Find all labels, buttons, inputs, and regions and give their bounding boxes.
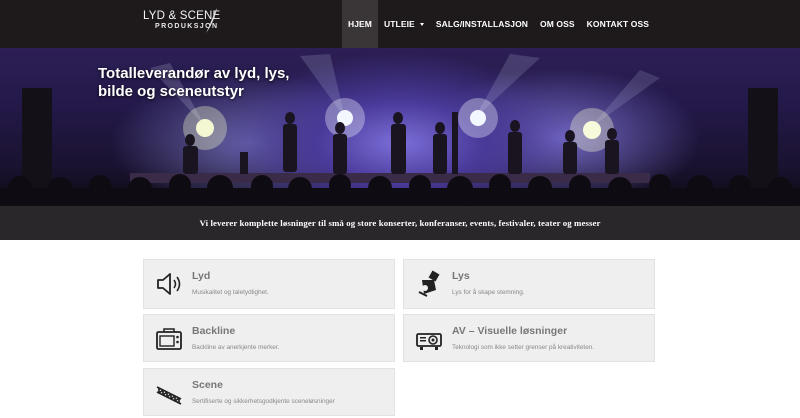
service-card-scene[interactable]: Scene Sertifiserte og sikkerhetsgodkjent… [143, 368, 395, 416]
chevron-down-icon [419, 22, 424, 26]
nav-label: UTLEIE [384, 19, 415, 29]
nav-label: KONTAKT OSS [586, 19, 649, 29]
tagline-banner: Vi leverer komplette løsninger til små o… [0, 206, 800, 240]
nav-item-salg-installasjon[interactable]: SALG/INSTALLASJON [430, 0, 534, 48]
service-title: Lys [452, 270, 470, 282]
nav-item-utleie[interactable]: UTLEIE [378, 0, 430, 48]
service-description: Teknologi som ikke setter grenser på kre… [452, 344, 595, 351]
amplifier-icon [156, 328, 182, 350]
logo-swoosh-icon [206, 8, 217, 33]
speaker-icon [157, 273, 181, 295]
hero-title: Totalleverandør av lyd, lys, bilde og sc… [98, 65, 290, 100]
tagline-text: Vi leverer komplette løsninger til små o… [199, 218, 601, 228]
service-description: Backline av anerkjente merker. [192, 344, 280, 351]
nav-item-kontakt-oss[interactable]: KONTAKT OSS [581, 0, 655, 48]
service-card-lys[interactable]: Lys Lys for å skape stemning. [403, 259, 655, 309]
nav-item-hjem[interactable]: HJEM [341, 0, 378, 48]
service-description: Sertifiserte og sikkerhetsgodkjente scen… [192, 398, 335, 405]
spotlight-icon [418, 270, 440, 297]
service-title: AV – Visuelle løsninger [452, 325, 568, 337]
projector-icon [416, 333, 442, 350]
service-card-backline[interactable]: Backline Backline av anerkjente merker. [143, 314, 395, 362]
nav-label: SALG/INSTALLASJON [435, 19, 529, 29]
service-title: Backline [192, 325, 236, 337]
service-title: Lyd [192, 270, 211, 282]
main-nav: HJEM UTLEIE SALG/INSTALLASJON OM OSS KON… [341, 0, 655, 48]
nav-label: OM OSS [540, 19, 575, 29]
service-title: Scene [192, 379, 223, 391]
service-description: Lys for å skape stemning. [452, 289, 525, 296]
service-description: Musikalitet og taletydlighet. [192, 289, 269, 296]
truss-icon [156, 386, 182, 405]
service-card-av[interactable]: AV – Visuelle løsninger Teknologi som ik… [403, 314, 655, 362]
nav-item-om-oss[interactable]: OM OSS [534, 0, 581, 48]
hero-image: Totalleverandør av lyd, lys, bilde og sc… [0, 48, 800, 206]
service-card-lyd[interactable]: Lyd Musikalitet og taletydlighet. [143, 259, 395, 309]
site-logo[interactable]: LYD & SCENE PRODUKSJON [143, 8, 223, 39]
nav-label: HJEM [347, 19, 372, 29]
site-header: LYD & SCENE PRODUKSJON HJEM UTLEIE SALG/… [0, 0, 800, 48]
